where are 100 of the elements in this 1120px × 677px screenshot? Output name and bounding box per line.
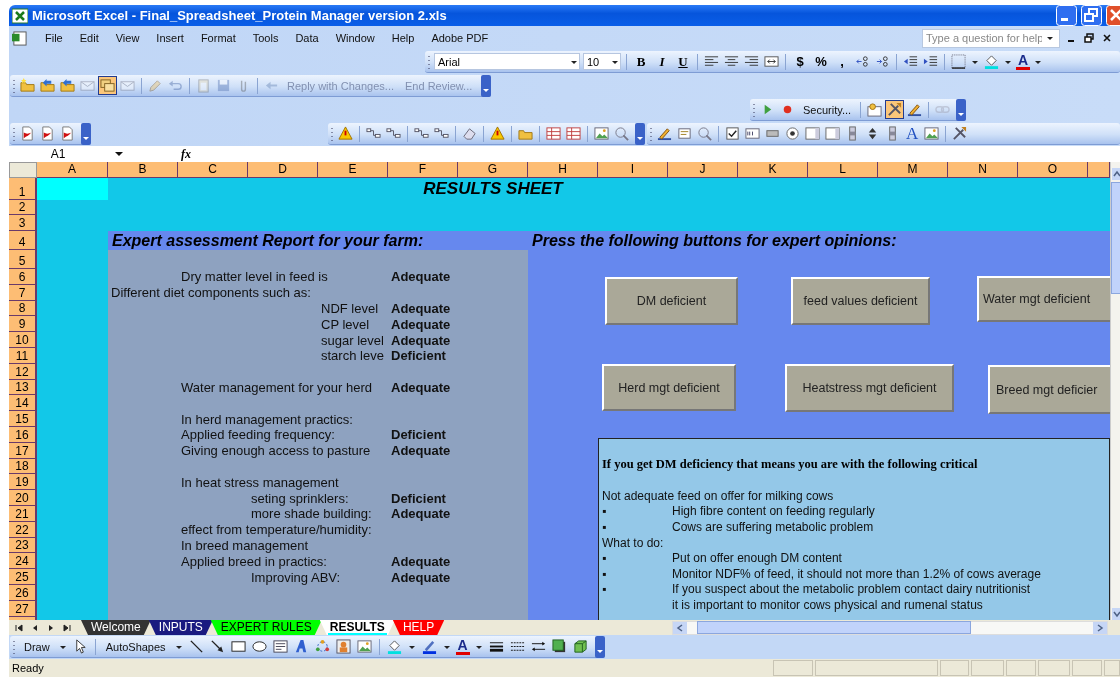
row-header[interactable]: 20 — [9, 490, 37, 506]
table-icon[interactable] — [565, 125, 582, 142]
row-header[interactable]: 2 — [9, 200, 37, 215]
toolbar-options-icon[interactable] — [594, 635, 605, 658]
cube-icon[interactable] — [571, 638, 589, 655]
sheet-tab[interactable]: INPUTS — [148, 620, 213, 635]
last-sheet-icon[interactable] — [61, 621, 73, 634]
number-format-button[interactable]: , — [833, 54, 851, 69]
number-format-button[interactable]: % — [812, 54, 830, 69]
text-field-icon[interactable] — [744, 125, 761, 142]
menu-item[interactable]: Edit — [79, 32, 99, 44]
diagram-icon[interactable] — [313, 638, 331, 655]
sheet-tab[interactable]: EXPERT RULES — [210, 620, 322, 635]
row-header[interactable]: 1 — [9, 178, 37, 200]
paint-bucket-icon[interactable] — [983, 53, 1000, 70]
vertical-scrollbar[interactable] — [1110, 162, 1120, 620]
row-header[interactable]: 4 — [9, 231, 37, 250]
draw-menu-button[interactable]: Draw — [20, 640, 54, 653]
pdf-document-icon[interactable] — [39, 125, 56, 142]
toolbar-options-icon[interactable] — [956, 98, 967, 121]
eraser-icon[interactable] — [461, 125, 478, 142]
opinion-button[interactable]: Water mgt deficient — [977, 276, 1113, 322]
decrease-decimal-icon[interactable] — [874, 53, 891, 70]
caret-icon[interactable] — [115, 150, 123, 158]
menu-item[interactable]: Data — [295, 32, 319, 44]
scroll-down-icon[interactable] — [1111, 608, 1120, 620]
column-header[interactable]: B — [108, 162, 178, 178]
increase-decimal-icon[interactable] — [854, 53, 871, 70]
toolbar-options-icon[interactable] — [481, 74, 492, 97]
column-header[interactable]: D — [248, 162, 318, 178]
magnifier-icon[interactable] — [696, 125, 713, 142]
folder-arrow-icon[interactable] — [39, 77, 56, 94]
format-button[interactable]: U — [674, 53, 692, 70]
radio-button-icon[interactable] — [784, 125, 801, 142]
merge-cells-icon[interactable] — [763, 53, 780, 70]
scroll-up-icon[interactable] — [1111, 168, 1120, 180]
opinion-button[interactable]: Herd mgt deficient — [602, 364, 736, 411]
opinion-button[interactable]: DM deficient — [605, 277, 738, 325]
tools-icon[interactable] — [951, 125, 969, 142]
menu-item[interactable]: Adobe PDF — [431, 32, 489, 44]
row-header[interactable]: 6 — [9, 269, 37, 285]
font-color-button[interactable]: A — [455, 638, 470, 655]
font-color-button[interactable]: A — [1016, 53, 1031, 70]
column-header[interactable]: J — [668, 162, 738, 178]
sheet-tab[interactable]: RESULTS — [319, 620, 395, 635]
menu-item[interactable]: Tools — [252, 32, 279, 44]
row-header[interactable]: 25 — [9, 569, 37, 585]
pencil-ruler-icon[interactable] — [656, 125, 673, 142]
row-header[interactable]: 24 — [9, 553, 37, 570]
column-header[interactable]: H — [528, 162, 598, 178]
scroll-right-icon[interactable] — [1093, 621, 1107, 634]
folder-arrow-icon[interactable] — [59, 77, 76, 94]
row-header[interactable]: 9 — [9, 316, 37, 333]
menu-item[interactable]: View — [115, 32, 140, 44]
first-sheet-icon[interactable] — [13, 621, 25, 634]
pdf-document-icon[interactable] — [59, 125, 76, 142]
toolbar-options-icon[interactable] — [81, 122, 91, 145]
column-header[interactable]: M — [878, 162, 948, 178]
scroll-thumb[interactable] — [1111, 182, 1120, 294]
opinion-button[interactable]: Heatstress mgt deficient — [785, 364, 954, 412]
paint-bucket-icon[interactable] — [385, 638, 403, 655]
new-folder-icon[interactable] — [19, 77, 36, 94]
magnifier-icon[interactable] — [613, 125, 630, 142]
caret-icon[interactable] — [1046, 34, 1054, 42]
format-button[interactable]: B — [632, 53, 650, 70]
column-header[interactable]: I — [598, 162, 668, 178]
restore-icon[interactable] — [1084, 33, 1094, 43]
ellipse-icon[interactable] — [250, 638, 268, 655]
warning-icon[interactable] — [337, 125, 354, 142]
font-field[interactable]: Arial — [434, 53, 580, 70]
spreadsheet-icon[interactable] — [11, 29, 28, 47]
toolbar-options-icon[interactable] — [635, 122, 645, 145]
opinion-button[interactable]: feed values deficient — [791, 277, 930, 325]
column-header[interactable]: E — [318, 162, 388, 178]
rectangle-icon[interactable] — [229, 638, 247, 655]
column-header[interactable] — [1088, 162, 1110, 178]
label-tool-button[interactable]: A — [904, 123, 921, 144]
column-header[interactable]: C — [178, 162, 248, 178]
column-header[interactable]: O — [1018, 162, 1088, 178]
menu-item[interactable]: Format — [200, 32, 236, 44]
autoshapes-menu-button[interactable]: AutoShapes — [101, 640, 170, 653]
row-header[interactable]: 5 — [9, 250, 37, 269]
menu-item[interactable]: Window — [335, 32, 375, 44]
row-header[interactable]: 15 — [9, 411, 37, 427]
image-icon[interactable] — [593, 125, 610, 142]
table-icon[interactable] — [545, 125, 562, 142]
pencil-ruler-icon[interactable] — [906, 101, 924, 118]
certificate-icon[interactable] — [866, 101, 884, 118]
menu-item[interactable]: File — [45, 32, 63, 44]
properties-icon[interactable] — [676, 125, 693, 142]
name-box[interactable]: A1 — [9, 147, 107, 161]
selected-cell[interactable] — [37, 178, 108, 200]
row-header[interactable]: 3 — [9, 215, 37, 231]
sheet-tab[interactable]: Welcome — [81, 620, 151, 635]
format-button[interactable]: I — [653, 53, 671, 70]
column-header[interactable]: G — [458, 162, 528, 178]
windows-icon[interactable] — [99, 77, 116, 94]
menu-item[interactable]: Insert — [156, 32, 184, 44]
checkbox-icon[interactable] — [724, 125, 741, 142]
close-icon[interactable] — [1102, 33, 1112, 43]
